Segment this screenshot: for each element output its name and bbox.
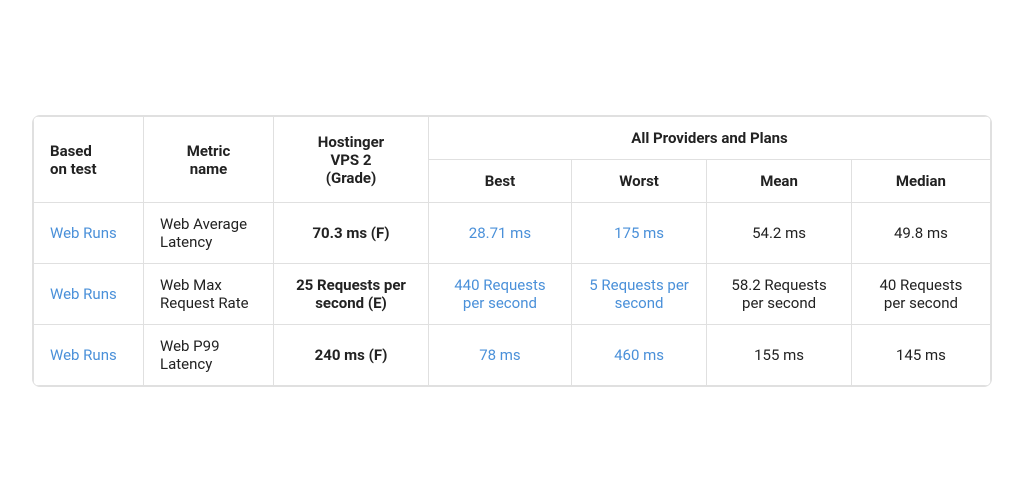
cell-based-on-test[interactable]: Web Runs bbox=[34, 264, 144, 325]
cell-based-on-test[interactable]: Web Runs bbox=[34, 325, 144, 386]
cell-metric-name: Web P99 Latency bbox=[144, 325, 274, 386]
best-link[interactable]: 440 Requests per second bbox=[454, 276, 545, 312]
cell-hostinger-value: 25 Requests per second (E) bbox=[274, 264, 429, 325]
web-runs-link[interactable]: Web Runs bbox=[50, 346, 117, 364]
header-hostinger: Hostinger VPS 2 (Grade) bbox=[274, 117, 429, 203]
header-metric-name: Metric name bbox=[144, 117, 274, 203]
cell-best[interactable]: 440 Requests per second bbox=[429, 264, 572, 325]
cell-mean: 58.2 Requests per second bbox=[707, 264, 852, 325]
cell-worst[interactable]: 5 Requests per second bbox=[571, 264, 706, 325]
header-all-providers: All Providers and Plans bbox=[429, 117, 991, 160]
table-row: Web Runs Web P99 Latency240 ms (F) 78 ms 46… bbox=[34, 325, 991, 386]
cell-best[interactable]: 28.71 ms bbox=[429, 203, 572, 264]
header-based-on-test: Based on test bbox=[34, 117, 144, 203]
table-row: Web Runs Web Max Request Rate25 Requests … bbox=[34, 264, 991, 325]
table-row: Web Runs Web Average Latency70.3 ms (F) 28… bbox=[34, 203, 991, 264]
cell-metric-name: Web Average Latency bbox=[144, 203, 274, 264]
cell-worst[interactable]: 460 ms bbox=[571, 325, 706, 386]
web-runs-link[interactable]: Web Runs bbox=[50, 224, 117, 242]
cell-mean: 54.2 ms bbox=[707, 203, 852, 264]
worst-link[interactable]: 5 Requests per second bbox=[589, 276, 689, 312]
header-best: Best bbox=[429, 160, 572, 203]
comparison-table: Based on test Metric name Hostinger VPS … bbox=[32, 115, 992, 387]
best-link[interactable]: 28.71 ms bbox=[469, 224, 531, 242]
cell-mean: 155 ms bbox=[707, 325, 852, 386]
worst-link[interactable]: 460 ms bbox=[614, 346, 664, 364]
cell-best[interactable]: 78 ms bbox=[429, 325, 572, 386]
header-worst: Worst bbox=[571, 160, 706, 203]
cell-hostinger-value: 240 ms (F) bbox=[274, 325, 429, 386]
web-runs-link[interactable]: Web Runs bbox=[50, 285, 117, 303]
cell-median: 145 ms bbox=[851, 325, 990, 386]
cell-worst[interactable]: 175 ms bbox=[571, 203, 706, 264]
header-median: Median bbox=[851, 160, 990, 203]
cell-median: 49.8 ms bbox=[851, 203, 990, 264]
cell-based-on-test[interactable]: Web Runs bbox=[34, 203, 144, 264]
cell-hostinger-value: 70.3 ms (F) bbox=[274, 203, 429, 264]
header-mean: Mean bbox=[707, 160, 852, 203]
best-link[interactable]: 78 ms bbox=[479, 346, 520, 364]
cell-median: 40 Requests per second bbox=[851, 264, 990, 325]
cell-metric-name: Web Max Request Rate bbox=[144, 264, 274, 325]
worst-link[interactable]: 175 ms bbox=[614, 224, 664, 242]
